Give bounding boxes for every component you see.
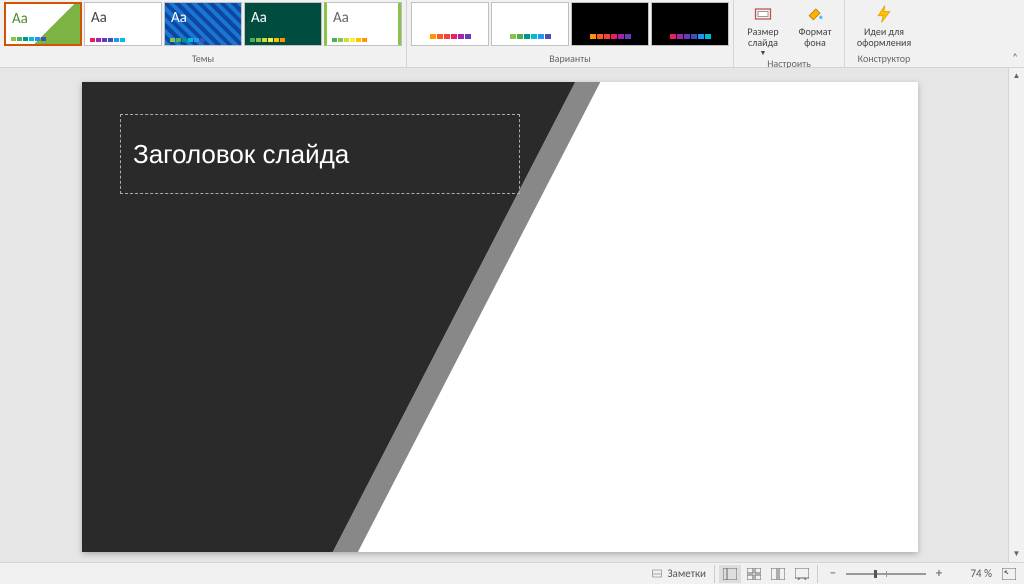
collapse-ribbon-button[interactable]: ˄ (1006, 51, 1024, 64)
zoom-in-button[interactable]: + (932, 566, 946, 581)
view-buttons (714, 565, 818, 583)
title-placeholder-text: Заголовок слайда (133, 139, 349, 170)
theme-aa-label: Aa (251, 9, 267, 27)
designer-group: Идеи для оформления Конструктор (845, 0, 923, 67)
fit-to-window-button[interactable] (1000, 568, 1018, 580)
variant-swatch (510, 34, 551, 39)
themes-group: Aa Aa Aa Aa Aa Темы (0, 0, 407, 67)
reading-view-button[interactable] (767, 565, 789, 583)
theme-thumb-3[interactable]: Aa (244, 2, 322, 46)
design-ribbon: Aa Aa Aa Aa Aa Темы Варианты Размер слайда ▼… (0, 0, 1024, 68)
dropdown-arrow-icon: ▼ (760, 49, 767, 57)
theme-aa-label: Aa (91, 9, 107, 27)
variants-group: Варианты (407, 0, 734, 67)
slide-sorter-view-button[interactable] (743, 565, 765, 583)
designer-group-label: Конструктор (858, 52, 911, 65)
theme-swatch (170, 38, 205, 42)
variants-group-label: Варианты (549, 52, 591, 65)
theme-thumb-1[interactable]: Aa (84, 2, 162, 46)
variant-swatch (430, 34, 471, 39)
themes-group-label: Темы (192, 52, 214, 65)
zoom-out-button[interactable]: − (826, 566, 840, 581)
theme-swatch (332, 38, 367, 42)
theme-thumb-2[interactable]: Aa (164, 2, 242, 46)
paint-bucket-icon (805, 4, 825, 24)
variant-thumb-1[interactable] (491, 2, 569, 46)
theme-swatch (90, 38, 125, 42)
zoom-slider-thumb[interactable] (874, 570, 877, 578)
theme-thumb-4[interactable]: Aa (324, 2, 402, 46)
variant-thumb-0[interactable] (411, 2, 489, 46)
zoom-control: − + 74 % (826, 566, 992, 581)
zoom-slider[interactable] (846, 573, 926, 575)
variant-thumb-3[interactable] (651, 2, 729, 46)
title-placeholder[interactable]: Заголовок слайда (120, 114, 520, 194)
scroll-up-button[interactable]: ▲ (1009, 68, 1024, 84)
zoom-percent-label[interactable]: 74 % (952, 567, 992, 580)
variant-swatch (590, 34, 631, 39)
vertical-scrollbar[interactable]: ▲ ▼ (1008, 68, 1024, 562)
notes-button[interactable]: Заметки (651, 567, 706, 580)
slide-size-button[interactable]: Размер слайда ▼ (738, 2, 788, 57)
lightning-icon (874, 4, 894, 24)
normal-view-button[interactable] (719, 565, 741, 583)
scroll-down-button[interactable]: ▼ (1009, 546, 1024, 562)
slide-canvas[interactable]: Заголовок слайда (82, 82, 918, 552)
format-background-button[interactable]: Формат фона (790, 2, 840, 57)
customize-group: Размер слайда ▼ Формат фона Настроить (734, 0, 845, 67)
status-bar: Заметки − + 74 % (0, 562, 1024, 584)
slideshow-view-button[interactable] (791, 565, 813, 583)
theme-aa-label: Aa (333, 9, 349, 27)
variant-thumb-2[interactable] (571, 2, 649, 46)
variant-swatch (670, 34, 711, 39)
theme-aa-label: Aa (12, 10, 28, 28)
theme-swatch (250, 38, 285, 42)
scroll-track[interactable] (1009, 84, 1024, 546)
notes-icon (651, 568, 663, 580)
slide-edit-area: Заголовок слайда ▲ ▼ (0, 68, 1024, 562)
theme-swatch (11, 37, 46, 41)
design-ideas-button[interactable]: Идеи для оформления (849, 2, 919, 48)
theme-thumb-0[interactable]: Aa (4, 2, 82, 46)
theme-aa-label: Aa (171, 9, 187, 27)
slide-size-icon (753, 4, 773, 24)
